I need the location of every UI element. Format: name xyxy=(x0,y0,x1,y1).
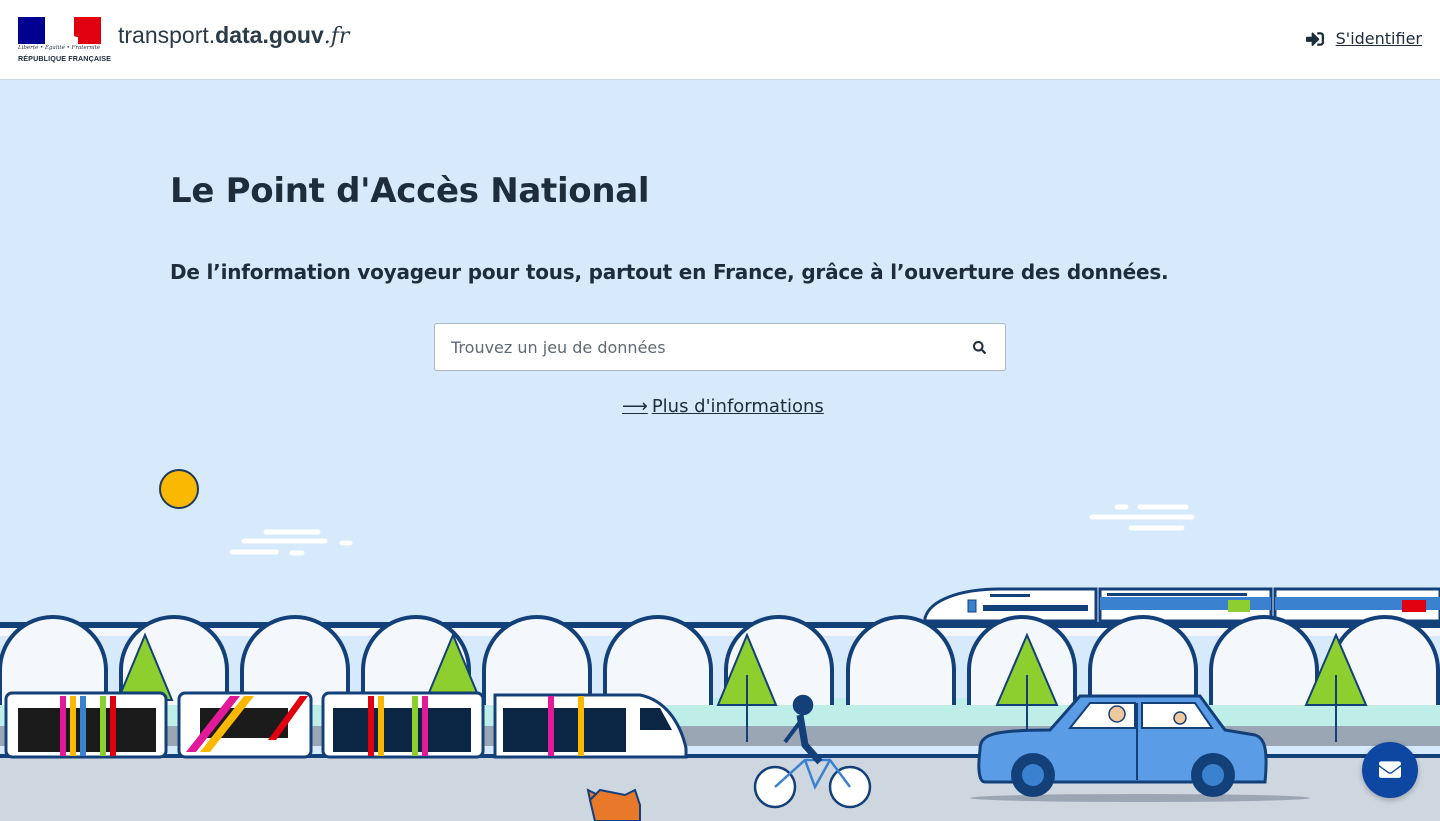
more-info-link[interactable]: ⟶ Plus d'informations xyxy=(622,396,824,417)
republic-name: RÉPUBLIQUE FRANÇAISE xyxy=(18,54,112,63)
contact-button[interactable] xyxy=(1362,742,1418,798)
search-button[interactable] xyxy=(953,324,1005,370)
search-icon xyxy=(972,340,986,354)
arrow-right-icon: ⟶ xyxy=(622,396,648,417)
site-name-prefix: transport. xyxy=(118,22,216,48)
page-subtitle: De l’information voyageur pour tous, par… xyxy=(170,260,1169,284)
login-link[interactable]: S'identifier xyxy=(1305,29,1422,48)
cloud-right xyxy=(1089,504,1195,531)
cloud-left xyxy=(229,529,353,556)
hero-illustration xyxy=(0,469,1440,821)
home-logo-link[interactable]: Liberté • Égalité • Fraternité RÉPUBLIQU… xyxy=(18,17,349,63)
tgv-train-icon xyxy=(923,587,1440,623)
republic-motto: Liberté • Égalité • Fraternité xyxy=(18,45,101,51)
site-name-tld: .fr xyxy=(323,24,350,49)
search-input[interactable] xyxy=(435,324,953,370)
site-name-main: data.gouv xyxy=(215,22,324,48)
page-title: Le Point d'Accès National xyxy=(170,171,650,211)
login-label: S'identifier xyxy=(1335,29,1422,48)
site-name: transport.data.gouv.fr xyxy=(118,22,349,49)
envelope-icon xyxy=(1379,761,1401,778)
marianne-profile-icon xyxy=(45,19,78,44)
sign-in-icon xyxy=(1305,31,1324,46)
site-header: Liberté • Égalité • Fraternité RÉPUBLIQU… xyxy=(0,0,1440,80)
dataset-search-form xyxy=(434,323,1006,371)
more-info-label: Plus d'informations xyxy=(651,396,824,417)
dog-icon xyxy=(586,788,641,821)
tram-icon xyxy=(4,691,688,759)
republique-francaise-logo: Liberté • Égalité • Fraternité RÉPUBLIQU… xyxy=(18,17,111,63)
sun-icon xyxy=(159,469,199,509)
